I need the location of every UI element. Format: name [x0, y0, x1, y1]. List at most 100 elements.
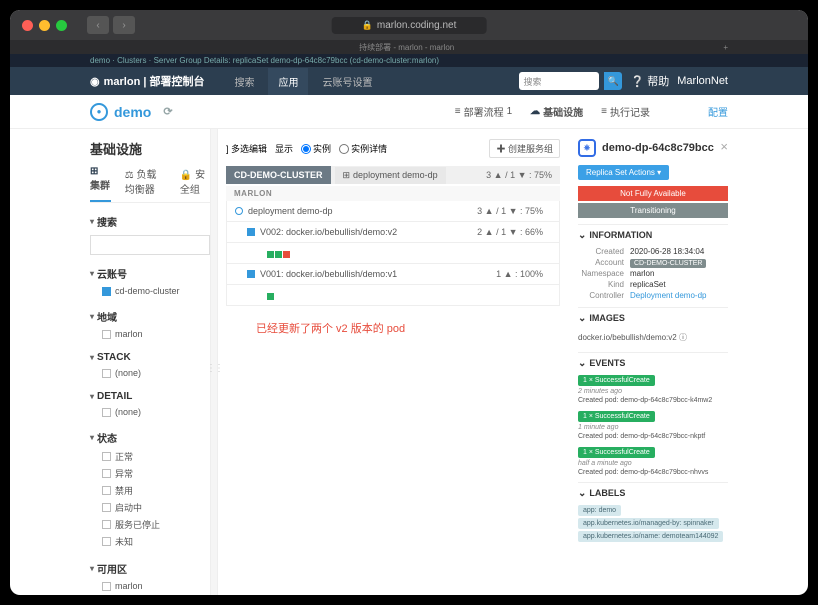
checkbox-icon[interactable]: [102, 486, 111, 495]
label-chip: app.kubernetes.io/managed-by: spinnaker: [578, 518, 719, 529]
maximize-window-icon[interactable]: [56, 20, 67, 31]
cluster-name[interactable]: CD-DEMO-CLUSTER: [226, 166, 331, 184]
details-panel: × ⎈demo-dp-64c8c79bcc Replica Set Action…: [568, 129, 728, 595]
subnav-executions[interactable]: ≡ 执行记录: [601, 104, 650, 119]
filter-header[interactable]: 可用区: [90, 558, 210, 579]
deployment-pill[interactable]: ⊞ deployment demo-dp: [335, 167, 446, 184]
event-message: Created pod: demo-dp-64c8c79bcc-nhvvs: [578, 469, 728, 476]
filter-header[interactable]: 状态: [90, 427, 210, 448]
filter-item[interactable]: 正常: [90, 448, 210, 465]
section-images[interactable]: IMAGES: [578, 307, 728, 329]
page-title: 基础设施: [90, 139, 210, 158]
annotation-text: 已经更新了两个 v2 版本的 pod: [256, 320, 560, 336]
deployment-row[interactable]: V001: docker.io/bebullish/demo:v11 ▲ : 1…: [226, 264, 560, 285]
forward-button[interactable]: ›: [113, 16, 135, 34]
label-chip: app: demo: [578, 505, 621, 516]
section-events[interactable]: EVENTS: [578, 352, 728, 374]
filter-item[interactable]: 服务已停止: [90, 516, 210, 533]
filter-search-header[interactable]: 搜索: [90, 211, 210, 232]
close-window-icon[interactable]: [22, 20, 33, 31]
filter-item[interactable]: (none): [90, 366, 210, 380]
instance-bars: [267, 293, 274, 300]
event-message: Created pod: demo-dp-64c8c79bcc-k4mw2: [578, 397, 728, 404]
instance-bars: [267, 251, 290, 258]
filter-item[interactable]: 禁用: [90, 482, 210, 499]
subnav-infrastructure[interactable]: ☁ 基础设施: [530, 104, 583, 119]
search-button[interactable]: 🔍: [604, 72, 622, 90]
minimize-window-icon[interactable]: [39, 20, 50, 31]
checkbox-icon[interactable]: [102, 503, 111, 512]
reload-icon[interactable]: ⟳: [163, 105, 172, 118]
nav-app[interactable]: 应用: [268, 68, 308, 95]
subnav-pipelines[interactable]: ≡ 部署流程 1: [455, 104, 512, 119]
brand-logo[interactable]: ◉ marlon | 部署控制台: [90, 73, 204, 89]
nav-search[interactable]: 搜索: [224, 68, 264, 95]
header-search-input[interactable]: 搜索: [519, 72, 599, 90]
checkbox-icon[interactable]: [102, 369, 111, 378]
info-row: AccountCD-DEMO-CLUSTER: [578, 257, 728, 268]
deployment-row[interactable]: deployment demo-dp3 ▲ / 1 ▼ : 75%: [226, 201, 560, 222]
section-labels[interactable]: LABELS: [578, 482, 728, 504]
event-badge: 1 × SuccessfulCreate: [578, 375, 655, 386]
checkbox-icon[interactable]: [102, 287, 111, 296]
status-not-available: Not Fully Available: [578, 186, 728, 201]
multi-edit-link[interactable]: ] 多选编辑: [226, 142, 267, 155]
filter-item[interactable]: 未知: [90, 533, 210, 550]
filter-header[interactable]: DETAIL: [90, 388, 210, 405]
filter-item[interactable]: marlon: [90, 579, 210, 593]
resize-handle[interactable]: ⋮⋮: [210, 129, 218, 595]
dot-icon: [247, 228, 255, 236]
tab-clusters[interactable]: ⊞ 集群: [90, 166, 111, 202]
region-label: MARLON: [226, 186, 560, 201]
browser-tabs: 持续部署 - marlon - marlon +: [10, 40, 808, 54]
label-chip: app.kubernetes.io/name: demoteam144092: [578, 531, 723, 542]
event-message: Created pod: demo-dp-64c8c79bcc-nkptf: [578, 433, 728, 440]
app-title[interactable]: ●demo⟳: [90, 103, 173, 121]
radio-details[interactable]: 实例详情: [339, 142, 387, 155]
checkbox-icon[interactable]: [102, 520, 111, 529]
info-row: Created2020-06-28 18:34:04: [578, 246, 728, 257]
create-server-group-button[interactable]: ✚ 创建服务组: [489, 139, 560, 158]
info-row: ControllerDeployment demo-dp: [578, 290, 728, 301]
user-name[interactable]: MarlonNet: [677, 75, 728, 87]
tab-security[interactable]: 🔒 安全组: [180, 166, 210, 202]
breadcrumb: demo · Clusters · Server Group Details: …: [10, 54, 808, 67]
checkbox-icon[interactable]: [102, 408, 111, 417]
event-time: half a minute ago: [578, 460, 728, 467]
deployment-row[interactable]: V002: docker.io/bebullish/demo:v22 ▲ / 1…: [226, 222, 560, 243]
config-link[interactable]: 配置: [708, 104, 728, 119]
nav-accounts[interactable]: 云账号设置: [312, 68, 382, 95]
checkbox-icon[interactable]: [102, 582, 111, 591]
filter-search-input[interactable]: [90, 235, 210, 255]
browser-tab[interactable]: 持续部署 - marlon - marlon: [359, 42, 454, 53]
filter-item[interactable]: 启动中: [90, 499, 210, 516]
replica-set-actions-button[interactable]: Replica Set Actions ▾: [578, 165, 669, 180]
url-bar[interactable]: 🔒marlon.coding.net: [332, 17, 487, 34]
new-tab-button[interactable]: +: [723, 43, 728, 52]
filter-header[interactable]: STACK: [90, 349, 210, 366]
details-title: ⎈demo-dp-64c8c79bcc: [578, 139, 720, 157]
lock-icon: 🔒: [362, 20, 373, 31]
checkbox-icon[interactable]: [102, 537, 111, 546]
back-button[interactable]: ‹: [87, 16, 109, 34]
status-transitioning: Transitioning: [578, 203, 728, 218]
filter-item[interactable]: 异常: [90, 465, 210, 482]
cluster-stats: 3 ▲ / 1 ▼ : 75%: [486, 170, 560, 180]
tab-loadbalancers[interactable]: ⚖ 负载均衡器: [125, 166, 166, 202]
close-icon[interactable]: ×: [720, 139, 728, 154]
radio-instances[interactable]: 实例: [301, 142, 331, 155]
filter-header[interactable]: 地域: [90, 306, 210, 327]
event-badge: 1 × SuccessfulCreate: [578, 411, 655, 422]
section-information[interactable]: INFORMATION: [578, 224, 728, 246]
filter-item[interactable]: cd-demo-cluster: [90, 284, 210, 298]
filter-item[interactable]: marlon: [90, 327, 210, 341]
checkbox-icon[interactable]: [102, 469, 111, 478]
checkbox-icon[interactable]: [102, 330, 111, 339]
help-link[interactable]: ❔ 帮助: [630, 73, 669, 89]
checkbox-icon[interactable]: [102, 452, 111, 461]
info-row: KindreplicaSet: [578, 279, 728, 290]
filter-header[interactable]: 云账号: [90, 263, 210, 284]
show-label: 显示: [275, 142, 293, 155]
filter-item[interactable]: (none): [90, 405, 210, 419]
window-titlebar: ‹ › 🔒marlon.coding.net: [10, 10, 808, 40]
